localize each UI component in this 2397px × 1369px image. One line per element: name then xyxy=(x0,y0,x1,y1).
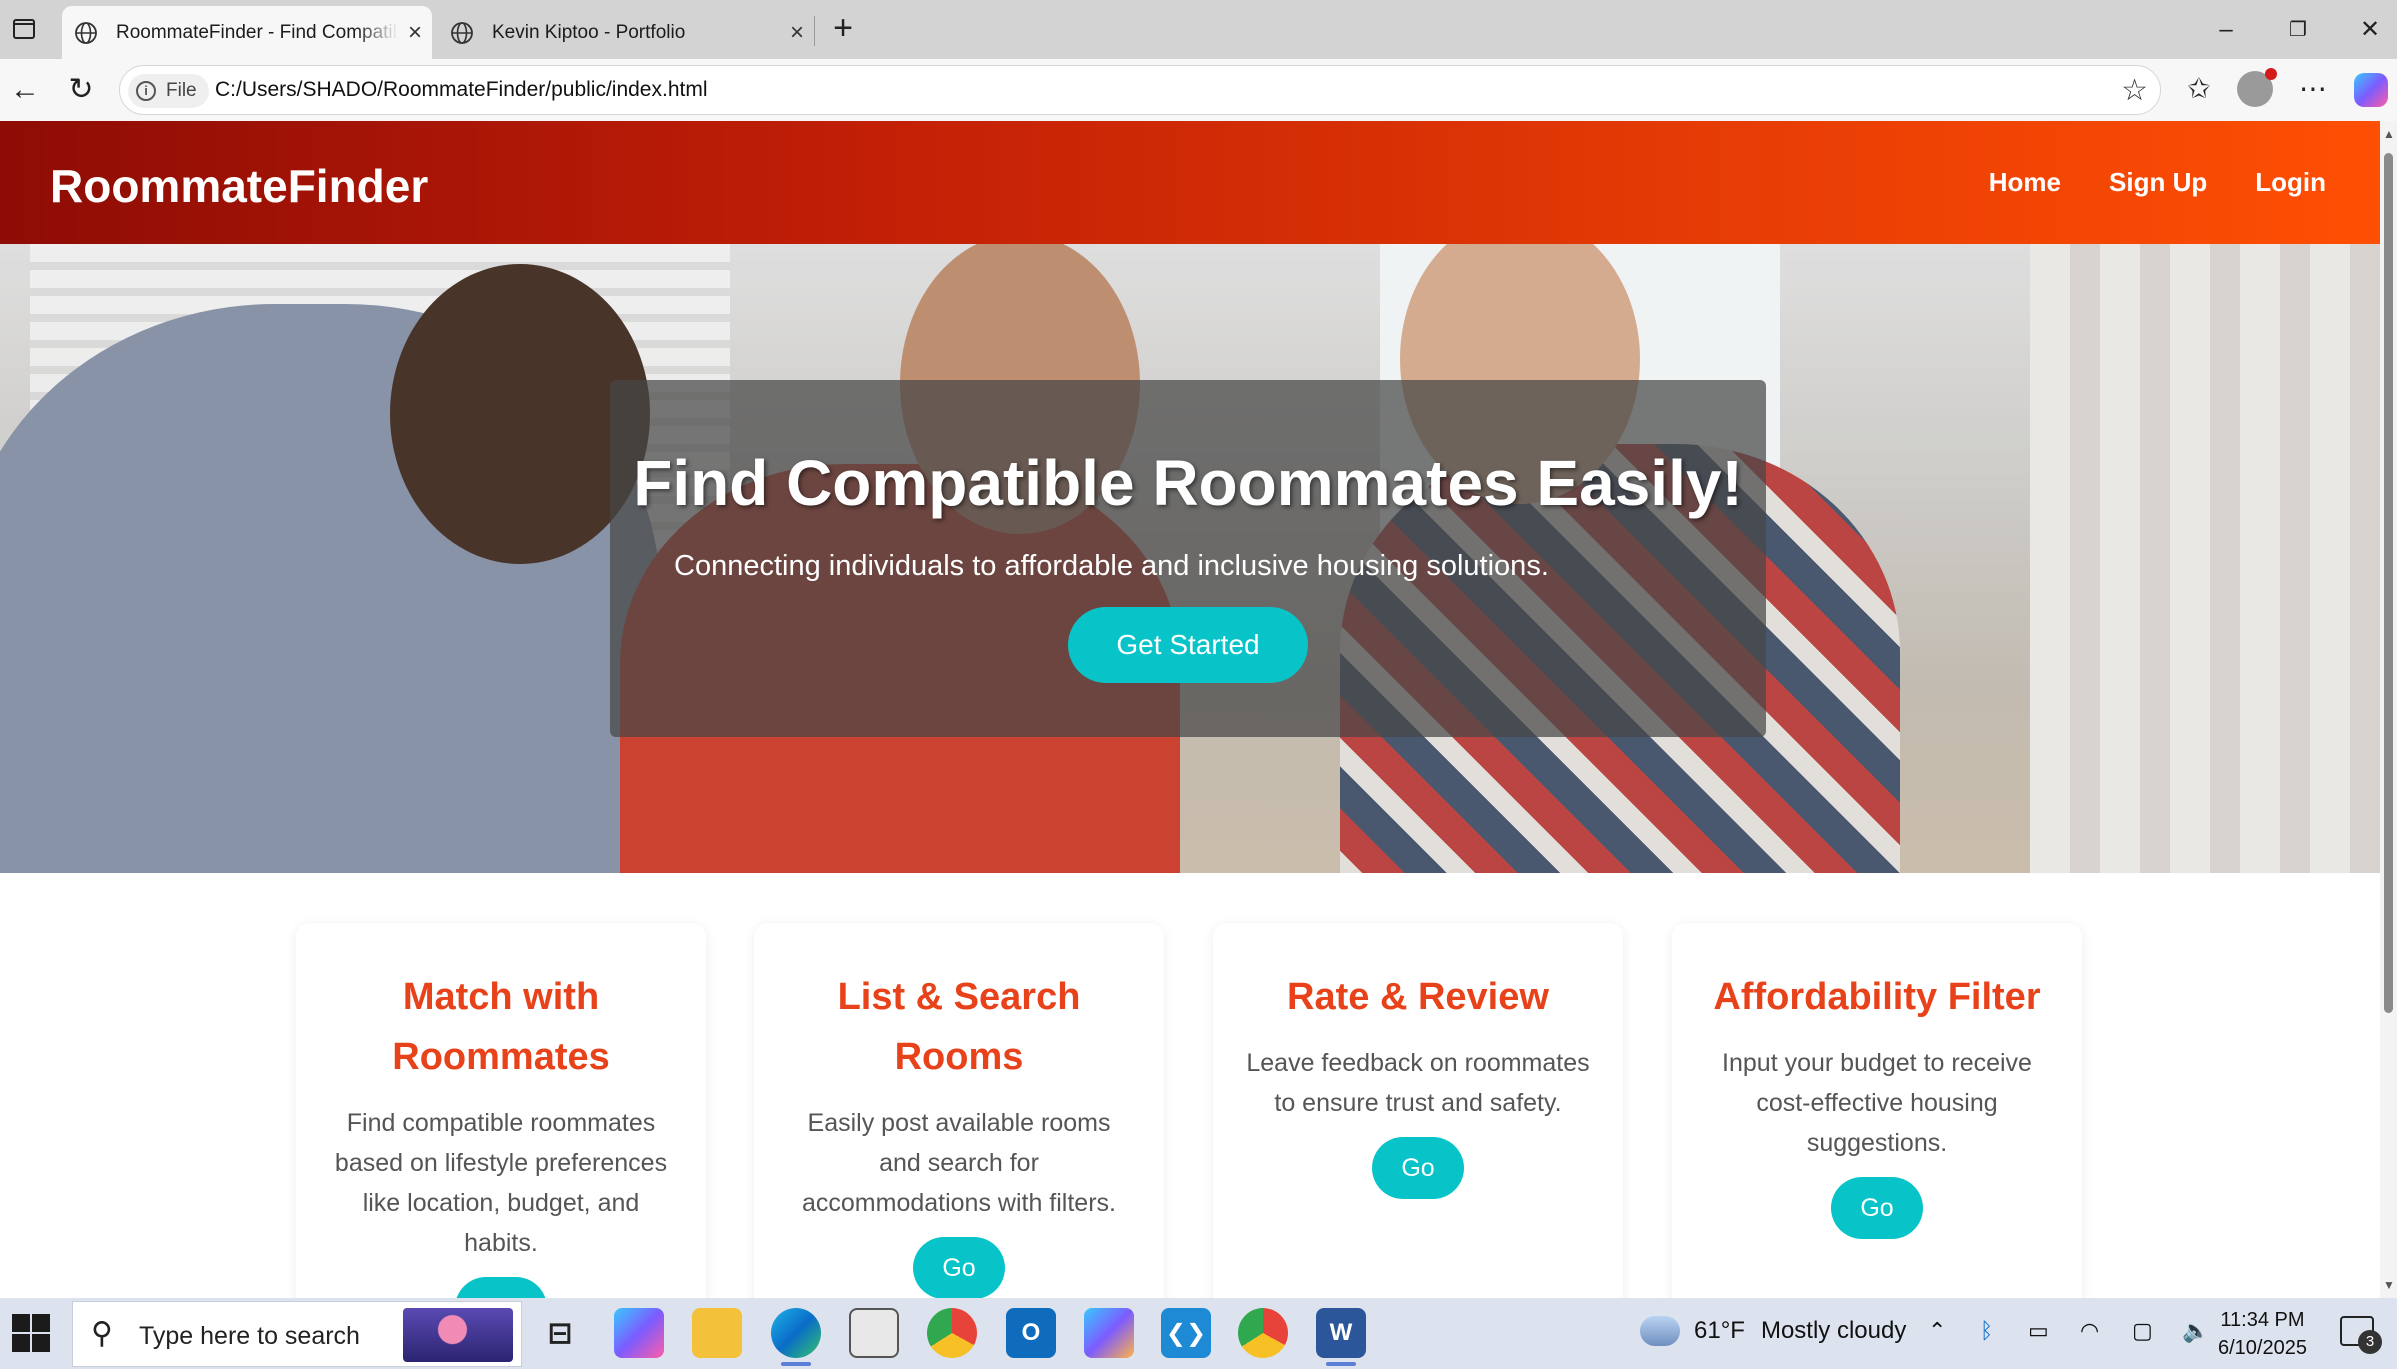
feature-card-rate-review: Rate & Review Leave feedback on roommate… xyxy=(1213,923,1623,1298)
volume-icon[interactable]: 🔈 xyxy=(2182,1318,2209,1344)
minimize-icon[interactable]: – xyxy=(2206,10,2246,50)
m365-icon[interactable] xyxy=(1084,1308,1134,1358)
tab-separator xyxy=(814,16,815,46)
features-section: Match with Roommates Find compatible roo… xyxy=(0,873,2380,1298)
feature-text: Find compatible roommates based on lifes… xyxy=(334,1109,668,1257)
go-button[interactable]: Go xyxy=(913,1237,1005,1298)
close-tab-icon[interactable]: × xyxy=(398,19,432,47)
new-tab-icon[interactable]: + xyxy=(826,11,860,46)
site-logo[interactable]: RoommateFinder xyxy=(50,159,428,213)
meet-now-icon[interactable]: ▢ xyxy=(2132,1318,2153,1344)
chevron-up-icon[interactable]: ⌃ xyxy=(1928,1318,1946,1344)
close-tab-icon[interactable]: × xyxy=(780,19,814,47)
copilot-icon[interactable] xyxy=(2354,73,2388,107)
taskbar-clock[interactable]: 11:34 PM 6/10/2025 xyxy=(2218,1306,2307,1362)
battery-icon[interactable]: ▭ xyxy=(2028,1318,2049,1344)
hero-title: Find Compatible Roommates Easily! xyxy=(633,447,1743,519)
scroll-up-icon[interactable]: ▲ xyxy=(2383,127,2395,141)
site-info-chip[interactable]: i File xyxy=(128,74,209,108)
notification-dot xyxy=(2265,68,2277,80)
tab-actions-icon[interactable] xyxy=(10,14,40,44)
favorites-icon[interactable]: ✩ xyxy=(2179,69,2219,109)
notification-count: 3 xyxy=(2358,1330,2382,1354)
bluetooth-icon[interactable]: ᛒ xyxy=(1980,1318,1993,1344)
feature-text: Leave feedback on roommates to ensure tr… xyxy=(1246,1049,1590,1117)
restore-icon[interactable]: ❐ xyxy=(2278,10,2318,50)
profile-avatar[interactable] xyxy=(2237,68,2277,107)
tab-title: Kevin Kiptoo - Portfolio xyxy=(492,21,686,43)
back-icon[interactable]: ← xyxy=(6,71,44,109)
globe-icon xyxy=(451,21,473,44)
taskbar-search-box[interactable]: ⚲ Type here to search xyxy=(72,1301,522,1367)
feature-title: List & Search Rooms xyxy=(837,976,1081,1078)
weather-condition: Mostly cloudy xyxy=(1760,1317,1907,1344)
weather-widget[interactable]: 61°F Mostly cloudy xyxy=(1640,1316,1906,1346)
windows-taskbar: ⚲ Type here to search ⊟ O ❮❯ W 61°F Most… xyxy=(0,1298,2397,1369)
browser-tab-bar: RoommateFinder - Find Compatible Roommat… xyxy=(0,0,2397,59)
reload-icon[interactable]: ↻ xyxy=(62,71,100,109)
feature-text: Input your budget to receive cost-effect… xyxy=(1722,1049,2032,1157)
nav-home[interactable]: Home xyxy=(1989,167,2061,198)
nav-sign-up[interactable]: Sign Up xyxy=(2109,167,2207,198)
search-placeholder: Type here to search xyxy=(139,1322,360,1350)
address-bar[interactable]: i File C:/Users/SHADO/RoommateFinder/pub… xyxy=(119,65,2161,115)
scroll-down-icon[interactable]: ▼ xyxy=(2383,1278,2395,1292)
get-started-button[interactable]: Get Started xyxy=(1068,607,1308,683)
vscode-icon[interactable]: ❮❯ xyxy=(1161,1308,1211,1358)
scheme-label: File xyxy=(166,80,197,101)
task-view-icon[interactable]: ⊟ xyxy=(535,1308,585,1358)
browser-toolbar: ← ↻ i File C:/Users/SHADO/RoommateFinder… xyxy=(0,59,2397,121)
page-viewport: RoommateFinder Home Sign Up Login Find C… xyxy=(0,121,2380,1298)
feature-card-match: Match with Roommates Find compatible roo… xyxy=(296,923,706,1298)
cloud-icon xyxy=(1640,1316,1680,1346)
close-window-icon[interactable]: ✕ xyxy=(2350,10,2390,50)
feature-title: Affordability Filter xyxy=(1713,976,2041,1018)
outlook-icon[interactable]: O xyxy=(1006,1308,1056,1358)
go-button[interactable]: Go xyxy=(455,1277,547,1298)
favorite-star-icon[interactable]: ☆ xyxy=(2121,73,2148,108)
feature-card-list-search: List & Search Rooms Easily post availabl… xyxy=(754,923,1164,1298)
page-scrollbar[interactable]: ▲ ▼ xyxy=(2380,121,2397,1298)
nav-login[interactable]: Login xyxy=(2255,167,2326,198)
hero-subtitle: Connecting individuals to affordable and… xyxy=(674,550,1549,582)
globe-icon xyxy=(75,21,97,44)
feature-title: Rate & Review xyxy=(1287,976,1549,1018)
tab-title: RoommateFinder - Find Compatible Roommat… xyxy=(116,21,398,43)
info-icon: i xyxy=(136,81,156,101)
feature-card-affordability: Affordability Filter Input your budget t… xyxy=(1672,923,2082,1298)
store-icon[interactable] xyxy=(849,1308,899,1358)
site-header: RoommateFinder Home Sign Up Login xyxy=(0,121,2380,244)
word-icon[interactable]: W xyxy=(1316,1308,1366,1366)
url-text[interactable]: C:/Users/SHADO/RoommateFinder/public/ind… xyxy=(215,78,708,102)
file-explorer-icon[interactable] xyxy=(692,1308,742,1358)
search-icon: ⚲ xyxy=(91,1317,113,1350)
go-button[interactable]: Go xyxy=(1372,1137,1464,1199)
tab-portfolio[interactable]: Kevin Kiptoo - Portfolio × xyxy=(438,6,814,59)
clock-date: 6/10/2025 xyxy=(2218,1337,2307,1359)
search-highlight-art xyxy=(403,1308,513,1362)
copilot-app-icon[interactable] xyxy=(614,1308,664,1358)
hero-text-box: Find Compatible Roommates Easily! Connec… xyxy=(610,380,1766,737)
chrome-profile-icon[interactable] xyxy=(927,1308,977,1358)
more-options-icon[interactable]: ⋯ xyxy=(2293,69,2333,109)
scrollbar-thumb[interactable] xyxy=(2384,153,2393,1013)
hero-section: Find Compatible Roommates Easily! Connec… xyxy=(0,244,2380,873)
network-icon[interactable]: ◠ xyxy=(2080,1318,2099,1344)
site-nav: Home Sign Up Login xyxy=(1989,167,2326,198)
notification-center-icon[interactable]: 3 xyxy=(2340,1316,2382,1354)
go-button[interactable]: Go xyxy=(1831,1177,1923,1239)
weather-temp: 61°F xyxy=(1694,1317,1745,1344)
feature-title: Match with Roommates xyxy=(392,976,610,1078)
windows-start-icon[interactable] xyxy=(10,1312,50,1352)
tab-roommatefinder[interactable]: RoommateFinder - Find Compatible Roommat… xyxy=(62,6,432,59)
clock-time: 11:34 PM xyxy=(2220,1309,2305,1331)
edge-icon[interactable] xyxy=(771,1308,821,1366)
feature-text: Easily post available rooms and search f… xyxy=(801,1109,1116,1217)
chrome-icon[interactable] xyxy=(1238,1308,1288,1358)
